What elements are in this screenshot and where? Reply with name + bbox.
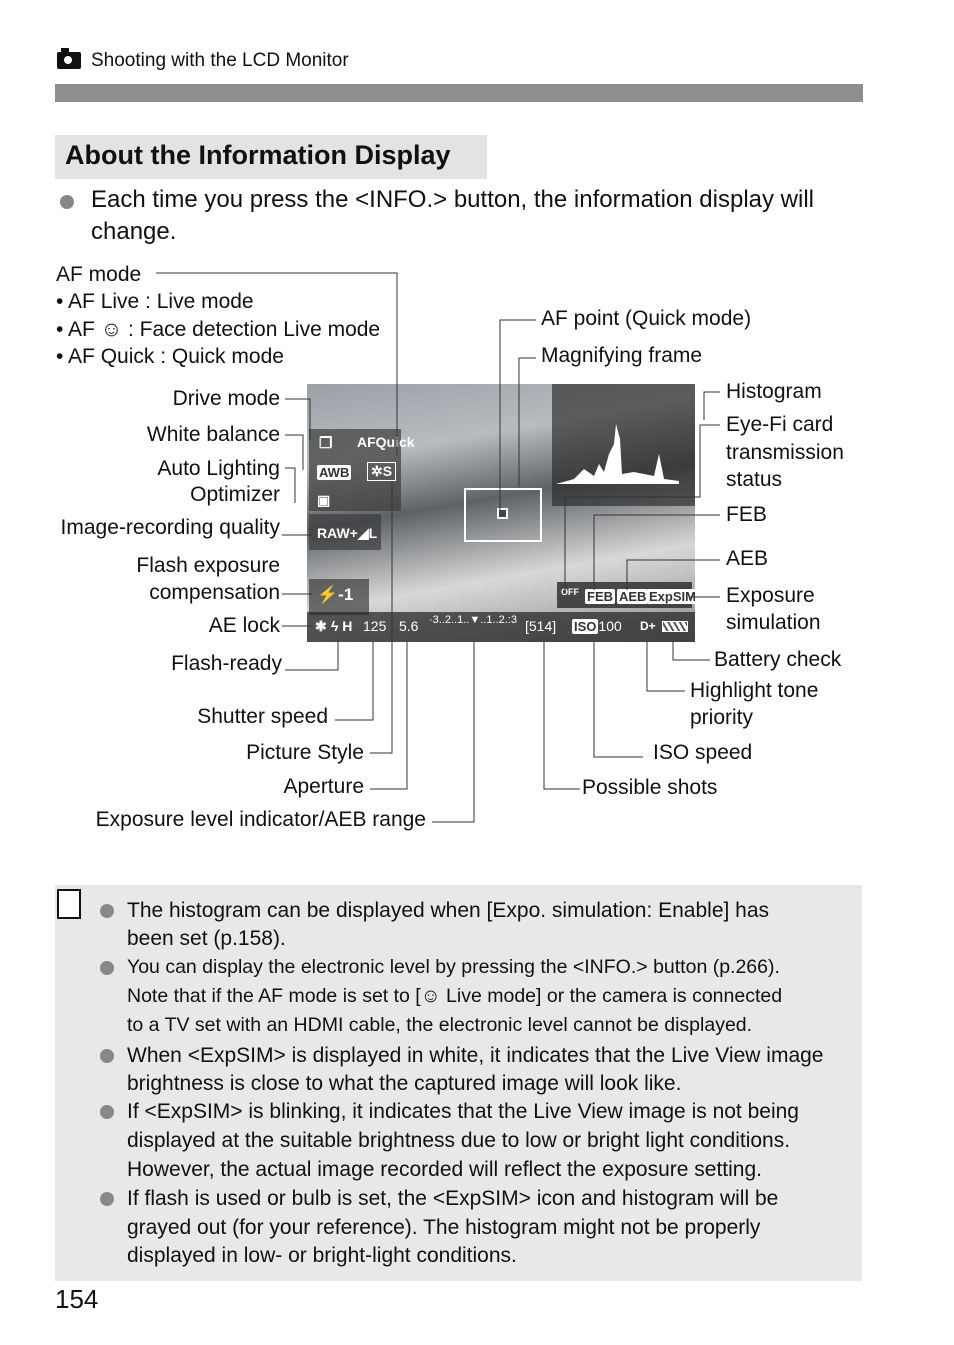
memo-pencil-icon [57, 889, 81, 919]
note-line: displayed at the suitable brightness due… [127, 1129, 791, 1152]
bullet-icon [100, 961, 114, 980]
bullet-icon [100, 1049, 114, 1068]
note-line: If <ExpSIM> is blinking, it indicates th… [127, 1100, 799, 1123]
note-line: When <ExpSIM> is displayed in white, it … [127, 1044, 824, 1067]
bullet-icon [100, 1192, 114, 1211]
note-line: grayed out (for your reference). The his… [127, 1216, 761, 1239]
note-line: You can display the electronic level by … [127, 956, 780, 978]
note-line: been set (p.158). [127, 927, 286, 950]
note-line: If flash is used or bulb is set, the <Ex… [127, 1187, 779, 1210]
note-line: However, the actual image recorded will … [127, 1158, 762, 1181]
note-line: to a TV set with an HDMI cable, the elec… [127, 1014, 753, 1036]
bullet-icon [100, 1105, 114, 1124]
bullet-icon [100, 904, 114, 923]
note-line: Note that if the AF mode is set to [☺ Li… [127, 985, 783, 1007]
page-number: 154 [55, 1284, 99, 1314]
note-line: The histogram can be displayed when [Exp… [127, 899, 770, 922]
manual-page: Shooting with the LCD Monitor About the … [0, 0, 954, 1345]
note-line: brightness is close to what the captured… [127, 1072, 682, 1095]
note-line: displayed in low- or bright-light condit… [127, 1244, 517, 1267]
